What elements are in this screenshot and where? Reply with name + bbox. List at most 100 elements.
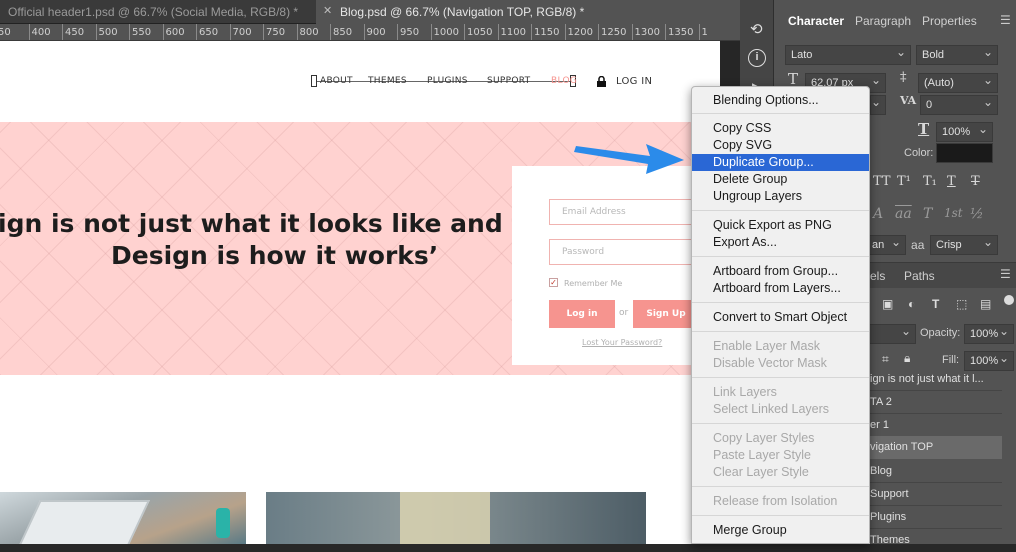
tab-character[interactable]: Character [778,0,855,42]
ruler-tick: 1350 [665,24,693,40]
font-style-select[interactable]: Bold [916,43,998,65]
ordinals-button[interactable]: 1st [944,206,963,220]
swash-button[interactable]: A [873,206,883,222]
ruler-tick: 1100 [497,24,526,40]
fractions-button[interactable]: ½ [970,206,984,222]
menu-item-copy-svg[interactable]: Copy SVG [692,137,869,154]
all-caps-button[interactable]: TT [873,174,891,189]
blend-mode-select[interactable] [866,322,916,344]
document-canvas[interactable]: ABOUT THEMES PLUGINS SUPPORT BLOG LOG IN… [0,41,720,544]
opacity-field[interactable]: 100% [964,322,1014,344]
leading-select[interactable]: (Auto) [918,71,998,93]
layer-row[interactable]: Blog [868,460,1002,483]
layers-tab-bar: els Paths ☰ [866,262,1016,288]
layer-row-selected[interactable]: vigation TOP [868,436,1002,459]
password-field[interactable]: Password [549,239,709,265]
kerning-select[interactable] [870,93,886,115]
menu-item-copy-css[interactable]: Copy CSS [692,120,869,137]
layers-menu-icon[interactable]: ☰ [1000,267,1011,281]
history-icon[interactable]: ⟲ [750,20,763,38]
layer-row[interactable]: TA 2 [868,391,1002,414]
filter-shape-icon[interactable]: ⬚ [956,297,967,311]
ruler-tick: 1050 [464,24,492,40]
tab-properties[interactable]: Properties [912,0,987,42]
info-icon[interactable]: i [748,49,766,67]
laptop-shape [12,500,150,544]
nav-plugins[interactable]: PLUGINS [427,76,468,86]
menu-item-artboard-from-layers[interactable]: Artboard from Layers... [692,280,869,297]
language-select[interactable]: an [866,233,906,255]
menu-item-release-from-isolation: Release from Isolation [713,494,838,508]
paper-shape [400,492,490,544]
titling-button[interactable]: T [923,206,932,222]
menu-item-delete-group[interactable]: Delete Group [692,171,869,188]
menu-separator [692,423,869,424]
underline-button[interactable]: T [947,174,956,189]
filter-toggle[interactable] [1004,295,1014,305]
strikethrough-button[interactable]: T [971,174,980,189]
antialias-prefix: a [911,238,918,252]
remember-checkbox[interactable]: ✓ [549,278,558,287]
hero-quote-line1: ign is not just what it looks like and f… [0,209,580,238]
ruler-tick: 800 [296,24,319,40]
close-icon[interactable]: ✕ [323,0,332,22]
superscript-button[interactable]: T¹ [897,174,911,189]
ruler-tick: 1300 [631,24,660,40]
menu-item-link-layers: Link Layers [713,385,777,399]
menu-item-clear-layer-style: Clear Layer Style [713,465,809,479]
or-text: or [619,308,629,318]
layer-row[interactable]: er 1 [868,414,1002,437]
ruler-tick: 1 [698,24,708,40]
ruler-tick: 500 [95,24,118,40]
lock-all-icon[interactable]: 🔒︎ [904,351,910,366]
menu-separator [692,302,869,303]
menu-separator [692,113,869,114]
tab-channels[interactable]: els [870,269,885,283]
menu-item-quick-export-as-png[interactable]: Quick Export as PNG [692,217,869,234]
tab-paragraph[interactable]: Paragraph [845,0,921,42]
nav-themes[interactable]: THEMES [368,76,407,86]
transform-handle-left[interactable] [311,75,317,87]
tab-official-header[interactable]: Official header1.psd @ 66.7% (Social Med… [0,0,316,24]
menu-item-blending-options[interactable]: Blending Options... [692,92,869,109]
ruler-tick: 400 [28,24,51,40]
login-button[interactable]: Log in [549,300,615,328]
menu-item-convert-to-smart-object[interactable]: Convert to Smart Object [692,309,869,326]
lost-password-link[interactable]: Lost Your Password? [582,338,662,347]
menu-item-duplicate-group[interactable]: Duplicate Group... [692,154,869,171]
panel-menu-icon[interactable]: ☰ [1000,13,1011,27]
menu-item-artboard-from-group[interactable]: Artboard from Group... [692,263,869,280]
nav-about[interactable]: ABOUT [320,76,353,86]
nav-support[interactable]: SUPPORT [487,76,530,86]
lock-artboard-icon[interactable]: ⌗ [882,352,889,367]
ruler-tick: 50 [0,24,11,40]
tab-paths[interactable]: Paths [904,269,935,283]
login-link[interactable]: LOG IN [616,76,652,87]
stylistic-alternates-button[interactable]: aa [895,206,912,222]
filter-type-icon[interactable]: T [932,297,939,311]
antialias-select[interactable]: Crisp [930,233,998,255]
menu-item-ungroup-layers[interactable]: Ungroup Layers [692,188,869,205]
layer-row[interactable]: Support [868,483,1002,506]
horizontal-scale-icon: T [918,120,930,138]
subscript-button[interactable]: T₁ [923,174,937,189]
ruler-tick: 750 [263,24,285,40]
filter-adjustment-icon[interactable]: ◐ [908,297,915,311]
nav-blog[interactable]: BLOG [551,76,577,86]
signup-button[interactable]: Sign Up [633,300,699,328]
ruler-tick: 650 [196,24,218,40]
layer-row[interactable]: Plugins [868,506,1002,529]
layer-row[interactable]: Themes [868,529,1002,552]
horizontal-scale-field[interactable]: 100% [936,120,993,142]
filter-smart-object-icon[interactable]: ▤ [980,297,991,311]
filter-image-icon[interactable]: ▣ [882,297,893,311]
tab-blog[interactable]: ✕ Blog.psd @ 66.7% (Navigation TOP, RGB/… [316,0,740,24]
menu-item-merge-group[interactable]: Merge Group [692,522,869,539]
layer-row[interactable]: ign is not just what it l... [868,368,1002,391]
email-field[interactable]: Email Address [549,199,709,225]
menu-item-export-as[interactable]: Export As... [692,234,869,251]
color-swatch[interactable] [936,143,993,163]
leading-icon: ‡ [900,70,907,85]
font-family-select[interactable]: Lato [785,43,911,65]
tracking-select[interactable]: 0 [920,93,998,115]
